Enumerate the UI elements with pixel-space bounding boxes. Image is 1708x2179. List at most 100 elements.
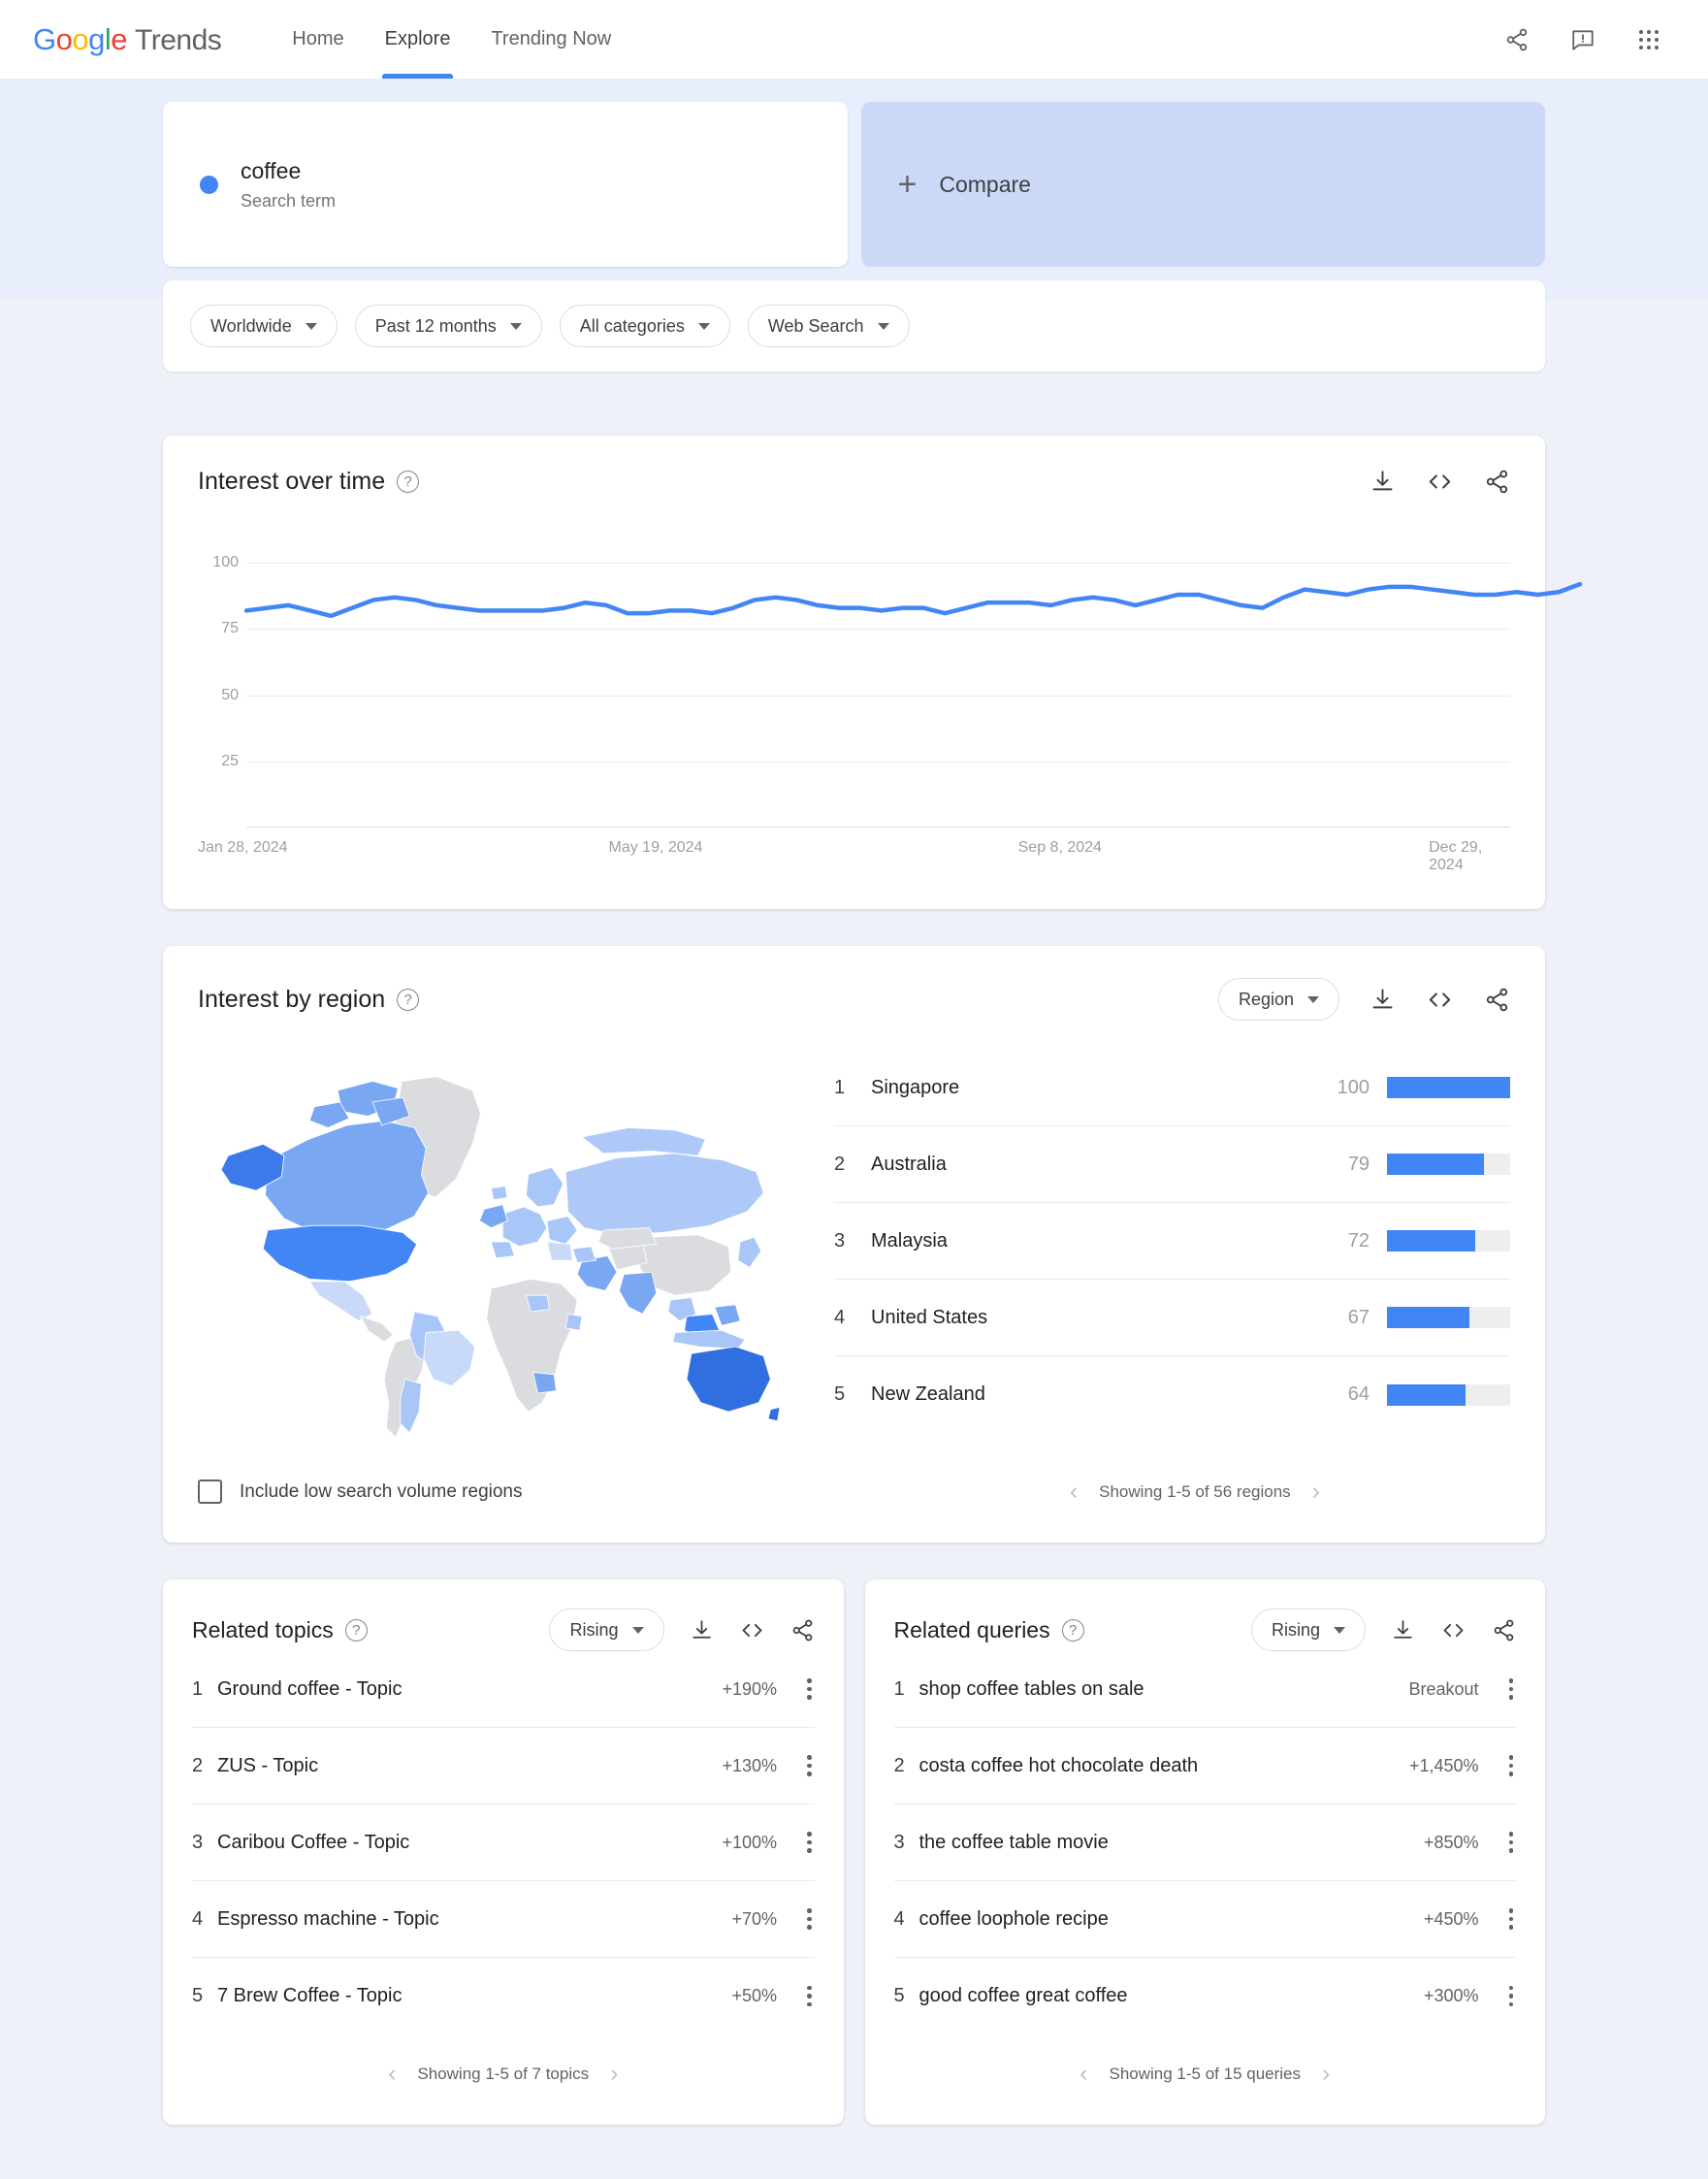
share-icon[interactable] <box>1484 469 1510 495</box>
search-type-filter[interactable]: Web Search <box>747 305 910 347</box>
region-bar-track <box>1387 1077 1510 1098</box>
related-queries-pagination: ‹ Showing 1-5 of 15 queries › <box>865 2034 1546 2125</box>
related-queries-selector[interactable]: Rising <box>1250 1609 1366 1651</box>
more-options-icon[interactable] <box>804 1749 815 1782</box>
more-options-icon[interactable] <box>1506 1980 1517 2013</box>
chevron-down-icon <box>631 1626 644 1634</box>
related-query-row[interactable]: 5 good coffee great coffee +300% <box>894 1958 1517 2034</box>
nav-item-trending-now[interactable]: Trending Now <box>470 0 631 79</box>
region-rank: 5 <box>834 1383 846 1405</box>
more-options-icon[interactable] <box>1506 1826 1517 1859</box>
related-queries-selector-label: Rising <box>1271 1619 1320 1640</box>
item-name: ZUS - Topic <box>217 1754 319 1776</box>
category-filter[interactable]: All categories <box>559 305 730 347</box>
share-icon[interactable] <box>1500 23 1533 56</box>
nav-item-explore[interactable]: Explore <box>365 0 471 79</box>
related-topics-selector[interactable]: Rising <box>549 1609 664 1651</box>
location-filter[interactable]: Worldwide <box>190 305 338 347</box>
region-actions: Region <box>1217 978 1510 1021</box>
prev-page-icon[interactable]: ‹ <box>1080 2062 1087 2086</box>
download-icon[interactable] <box>1391 1618 1415 1642</box>
logo-letter-o2: o <box>72 21 89 56</box>
related-topic-row[interactable]: 3 Caribou Coffee - Topic +100% <box>192 1805 815 1881</box>
google-trends-logo[interactable]: Google Trends <box>33 21 222 57</box>
share-icon[interactable] <box>1484 987 1510 1013</box>
region-bar-fill <box>1387 1077 1510 1098</box>
section-title: Related queries <box>893 1616 1050 1642</box>
download-icon[interactable] <box>1370 469 1396 495</box>
region-body: 1 Singapore 100 2 Australia 79 3 Malaysia 72 4 Uni… <box>163 1021 1545 1456</box>
related-topics-list: 1 Ground coffee - Topic +190% 2 ZUS - Topic +… <box>163 1651 844 2034</box>
time-filter[interactable]: Past 12 months <box>354 305 542 347</box>
more-options-icon[interactable] <box>1506 1903 1517 1935</box>
logo-trends-word: Trends <box>135 23 222 56</box>
help-icon[interactable]: ? <box>1061 1618 1084 1642</box>
interest-by-region-card: Interest by region ? Region 1 Singapore … <box>163 946 1545 1543</box>
bottom-panels: Related topics ? Rising 1 Ground coffee -… <box>0 1543 1708 2179</box>
next-page-icon[interactable]: › <box>1322 2062 1330 2086</box>
region-value: 67 <box>1347 1306 1370 1328</box>
help-icon[interactable]: ? <box>397 988 420 1011</box>
region-selector[interactable]: Region <box>1217 978 1339 1021</box>
more-options-icon[interactable] <box>804 1826 815 1859</box>
item-name: costa coffee hot chocolate death <box>918 1754 1199 1776</box>
related-query-row[interactable]: 2 costa coffee hot chocolate death +1,450% <box>893 1728 1517 1805</box>
checkbox-icon <box>198 1480 222 1504</box>
nav-item-home[interactable]: Home <box>272 0 364 79</box>
more-options-icon[interactable] <box>1506 1673 1517 1706</box>
related-topic-row[interactable]: 4 Espresso machine - Topic +70% <box>192 1881 815 1958</box>
region-row[interactable]: 5 New Zealand 64 <box>834 1356 1510 1433</box>
item-name: shop coffee tables on sale <box>918 1677 1144 1700</box>
prev-page-icon[interactable]: ‹ <box>388 2062 396 2086</box>
related-queries-list: 1 shop coffee tables on sale Breakout 2 cost… <box>865 1651 1546 2034</box>
item-rank: 4 <box>192 1907 204 1930</box>
item-value: +100% <box>722 1832 777 1852</box>
related-query-row[interactable]: 1 shop coffee tables on sale Breakout <box>893 1651 1517 1728</box>
embed-code-icon[interactable] <box>1426 468 1454 496</box>
related-topic-row[interactable]: 1 Ground coffee - Topic +190% <box>192 1651 815 1728</box>
embed-code-icon[interactable] <box>739 1617 765 1643</box>
filter-bar: Worldwide Past 12 months All categories … <box>163 280 1545 372</box>
related-topics-pagination: ‹ Showing 1-5 of 7 topics › <box>163 2034 844 2125</box>
item-name: the coffee table movie <box>918 1831 1109 1853</box>
help-icon[interactable]: ? <box>344 1618 368 1642</box>
region-rank: 2 <box>834 1153 846 1175</box>
related-topics-pagination-label: Showing 1-5 of 7 topics <box>417 2064 590 2083</box>
help-icon[interactable]: ? <box>397 471 420 493</box>
chevron-down-icon <box>1307 995 1319 1003</box>
related-topic-row[interactable]: 5 7 Brew Coffee - Topic +50% <box>192 1958 815 2034</box>
apps-grid-icon[interactable] <box>1632 23 1665 56</box>
logo-letter-g2: g <box>88 21 105 56</box>
region-row[interactable]: 3 Malaysia 72 <box>834 1203 1510 1280</box>
more-options-icon[interactable] <box>804 1903 815 1935</box>
region-bar-track <box>1387 1307 1510 1328</box>
chevron-down-icon <box>509 322 522 330</box>
related-query-row[interactable]: 4 coffee loophole recipe +450% <box>893 1881 1517 1958</box>
region-row[interactable]: 1 Singapore 100 <box>834 1050 1510 1126</box>
prev-page-icon[interactable]: ‹ <box>1070 1480 1078 1504</box>
region-row[interactable]: 4 United States 67 <box>834 1280 1510 1356</box>
search-term-card[interactable]: coffee Search term <box>163 102 848 267</box>
region-row[interactable]: 2 Australia 79 <box>834 1126 1510 1203</box>
share-icon[interactable] <box>790 1618 815 1642</box>
interest-over-time-chart[interactable]: 100 75 50 25 <box>198 537 1583 828</box>
chart-x-tick-label: Sep 8, 2024 <box>1017 839 1102 856</box>
next-page-icon[interactable]: › <box>1312 1480 1320 1504</box>
next-page-icon[interactable]: › <box>610 2062 618 2086</box>
related-topic-row[interactable]: 2 ZUS - Topic +130% <box>192 1728 815 1805</box>
search-term-type: Search term <box>241 190 337 211</box>
compare-button[interactable]: + Compare <box>860 102 1545 267</box>
embed-code-icon[interactable] <box>1440 1617 1466 1643</box>
more-options-icon[interactable] <box>804 1673 815 1706</box>
more-options-icon[interactable] <box>1506 1749 1517 1782</box>
related-query-row[interactable]: 3 the coffee table movie +850% <box>893 1805 1517 1881</box>
world-map[interactable] <box>198 1038 809 1456</box>
download-icon[interactable] <box>690 1618 714 1642</box>
embed-code-icon[interactable] <box>1426 986 1454 1014</box>
share-icon[interactable] <box>1492 1618 1516 1642</box>
include-low-volume-checkbox[interactable]: Include low search volume regions <box>198 1480 523 1504</box>
feedback-icon[interactable] <box>1566 23 1599 56</box>
more-options-icon[interactable] <box>804 1980 815 2013</box>
item-value: +1,450% <box>1408 1755 1479 1775</box>
download-icon[interactable] <box>1370 987 1396 1013</box>
